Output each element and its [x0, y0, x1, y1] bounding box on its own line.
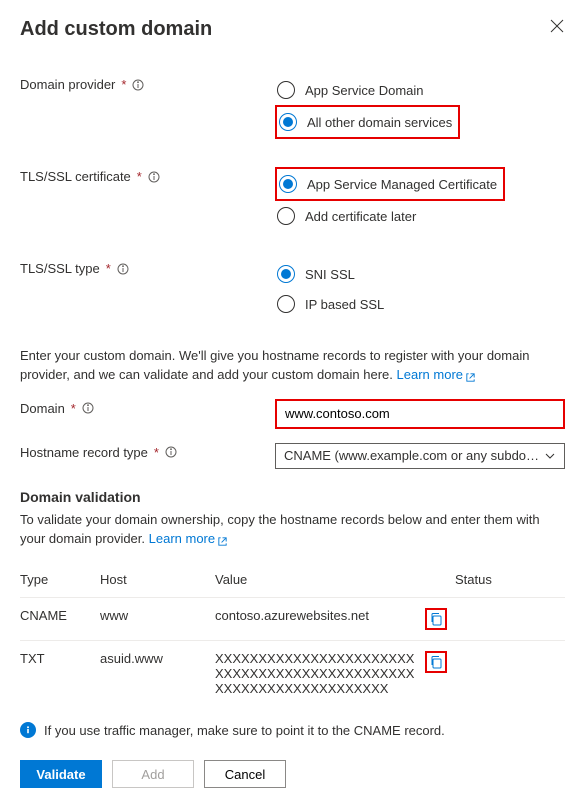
- radio-label: App Service Domain: [305, 83, 424, 98]
- radio-label: All other domain services: [307, 115, 452, 130]
- tls-certificate-label: TLS/SSL certificate: [20, 169, 131, 184]
- copy-icon: [429, 612, 443, 626]
- copy-icon: [429, 655, 443, 669]
- copy-button[interactable]: [425, 608, 447, 630]
- info-icon[interactable]: [82, 402, 94, 414]
- domain-validation-heading: Domain validation: [20, 489, 565, 505]
- info-icon: [20, 722, 36, 738]
- close-button[interactable]: [549, 18, 565, 34]
- close-icon: [550, 19, 564, 33]
- radio-icon: [279, 175, 297, 193]
- cell-type: CNAME: [20, 598, 100, 641]
- col-host: Host: [100, 562, 215, 598]
- tls-type-label: TLS/SSL type: [20, 261, 100, 276]
- required-asterisk: *: [137, 169, 142, 184]
- col-type: Type: [20, 562, 100, 598]
- cell-value: contoso.azurewebsites.net: [215, 598, 425, 641]
- col-value: Value: [215, 562, 425, 598]
- radio-ip-based-ssl[interactable]: IP based SSL: [275, 289, 565, 319]
- required-asterisk: *: [121, 77, 126, 92]
- hostname-record-type-label: Hostname record type: [20, 445, 148, 460]
- info-icon[interactable]: [148, 171, 160, 183]
- radio-label: App Service Managed Certificate: [307, 177, 497, 192]
- table-row: TXT asuid.www XXXXXXXXXXXXXXXXXXXXXXXXXX…: [20, 641, 565, 707]
- info-icon[interactable]: [132, 79, 144, 91]
- col-status: Status: [455, 562, 565, 598]
- info-icon[interactable]: [117, 263, 129, 275]
- required-asterisk: *: [106, 261, 111, 276]
- radio-icon: [277, 295, 295, 313]
- required-asterisk: *: [71, 401, 76, 416]
- radio-icon: [277, 207, 295, 225]
- radio-managed-certificate[interactable]: App Service Managed Certificate: [277, 169, 503, 199]
- radio-label: Add certificate later: [305, 209, 416, 224]
- domain-input[interactable]: [277, 401, 563, 427]
- hostname-record-type-select[interactable]: CNAME (www.example.com or any subdo…: [275, 443, 565, 469]
- add-button: Add: [112, 760, 194, 788]
- cell-host: asuid.www: [100, 641, 215, 707]
- cell-value: XXXXXXXXXXXXXXXXXXXXXXXXXXXXXXXXXXXXXXXX…: [215, 641, 425, 707]
- radio-label: SNI SSL: [305, 267, 355, 282]
- radio-all-other-domain-services[interactable]: All other domain services: [277, 107, 458, 137]
- domain-label: Domain: [20, 401, 65, 416]
- radio-icon: [277, 81, 295, 99]
- page-title: Add custom domain: [20, 18, 565, 41]
- external-link-icon: [217, 534, 228, 545]
- radio-label: IP based SSL: [305, 297, 384, 312]
- radio-add-certificate-later[interactable]: Add certificate later: [275, 201, 565, 231]
- cell-host: www: [100, 598, 215, 641]
- validate-button[interactable]: Validate: [20, 760, 102, 788]
- radio-icon: [279, 113, 297, 131]
- select-value: CNAME (www.example.com or any subdo…: [284, 448, 539, 463]
- info-message: If you use traffic manager, make sure to…: [44, 723, 445, 738]
- chevron-down-icon: [544, 450, 556, 462]
- cell-type: TXT: [20, 641, 100, 707]
- domain-provider-label: Domain provider: [20, 77, 115, 92]
- domain-validation-help: To validate your domain ownership, copy …: [20, 511, 565, 549]
- radio-sni-ssl[interactable]: SNI SSL: [275, 259, 565, 289]
- learn-more-link[interactable]: Learn more: [149, 531, 228, 546]
- table-row: CNAME www contoso.azurewebsites.net: [20, 598, 565, 641]
- radio-app-service-domain[interactable]: App Service Domain: [275, 75, 565, 105]
- external-link-icon: [465, 370, 476, 381]
- required-asterisk: *: [154, 445, 159, 460]
- radio-icon: [277, 265, 295, 283]
- validation-table: Type Host Value Status CNAME www contoso…: [20, 562, 565, 706]
- domain-help-text: Enter your custom domain. We'll give you…: [20, 347, 565, 385]
- copy-button[interactable]: [425, 651, 447, 673]
- info-icon[interactable]: [165, 446, 177, 458]
- cancel-button[interactable]: Cancel: [204, 760, 286, 788]
- learn-more-link[interactable]: Learn more: [397, 367, 476, 382]
